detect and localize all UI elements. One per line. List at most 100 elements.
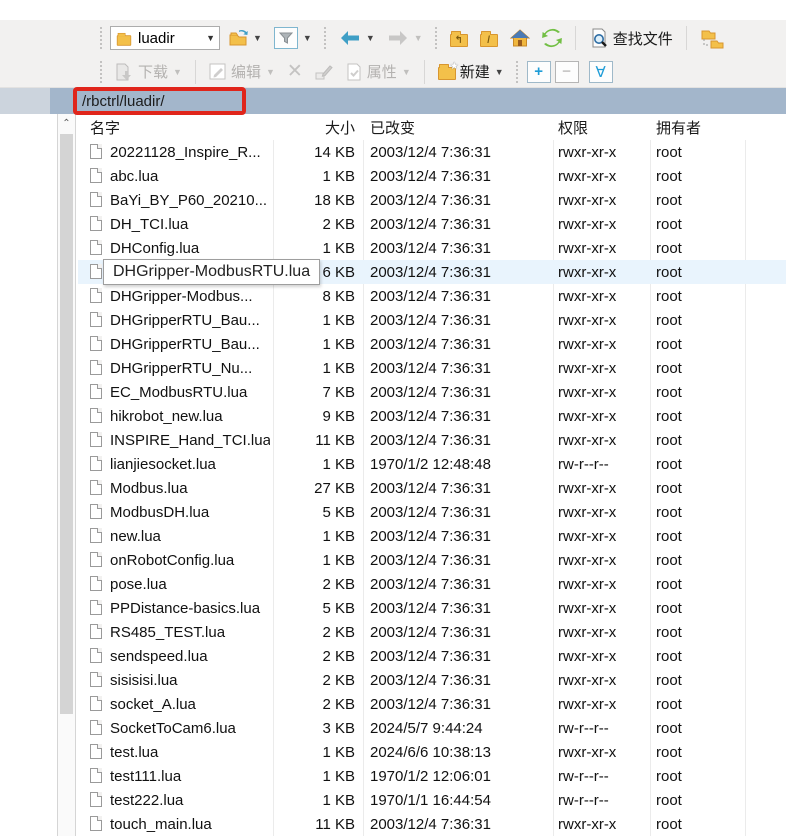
chevron-down-icon[interactable]: ▼ [366,33,375,43]
file-rights: rw-r--r-- [558,452,648,476]
directory-combobox[interactable]: luadir ▼ [110,26,220,50]
file-row[interactable]: Modbus.lua27 KB2003/12/4 7:36:31rwxr-xr-… [78,476,786,500]
file-row[interactable]: onRobotConfig.lua1 KB2003/12/4 7:36:31rw… [78,548,786,572]
file-owner: root [656,380,741,404]
file-rights: rwxr-xr-x [558,428,648,452]
file-icon [90,552,102,567]
chevron-down-icon[interactable]: ▼ [253,33,262,43]
file-row[interactable]: socket_A.lua2 KB2003/12/4 7:36:31rwxr-xr… [78,692,786,716]
file-row[interactable]: SocketToCam6.lua3 KB2024/5/7 9:44:24rw-r… [78,716,786,740]
remote-file-panel: ⌃ ⌃ 名字 大小 已改变 权限 拥有者 20221128_Inspire_R.… [0,114,786,836]
header-rights[interactable]: 权限 [558,114,648,140]
file-row[interactable]: RS485_TEST.lua2 KB2003/12/4 7:36:31rwxr-… [78,620,786,644]
file-row[interactable]: test222.lua1 KB1970/1/1 16:44:54rw-r--r-… [78,788,786,812]
file-row[interactable]: BaYi_BY_P60_20210...18 KB2003/12/4 7:36:… [78,188,786,212]
file-row[interactable]: pose.lua2 KB2003/12/4 7:36:31rwxr-xr-xro… [78,572,786,596]
remove-bookmark-button[interactable]: − [555,61,579,83]
file-row[interactable]: ModbusDH.lua5 KB2003/12/4 7:36:31rwxr-xr… [78,500,786,524]
current-path[interactable]: /rbctrl/luadir/ [82,88,165,114]
file-row[interactable]: DHGripper-Modbus...8 KB2003/12/4 7:36:31… [78,284,786,308]
find-files-button[interactable]: 查找文件 [585,25,677,52]
chevron-down-icon[interactable]: ▼ [414,33,423,43]
directory-tree-button[interactable] [696,24,728,52]
file-rows: 20221128_Inspire_R...14 KB2003/12/4 7:36… [78,140,786,836]
file-size: 8 KB [228,284,355,308]
file-rights: rwxr-xr-x [558,284,648,308]
file-row[interactable]: test111.lua1 KB1970/1/2 12:06:01rw-r--r-… [78,764,786,788]
root-directory-button[interactable]: / [476,27,502,50]
vertical-scrollbar[interactable]: ⌃ [57,114,76,836]
file-size: 5 KB [228,500,355,524]
file-rights: rw-r--r-- [558,716,648,740]
file-changed: 2003/12/4 7:36:31 [370,476,550,500]
file-row[interactable]: abc.lua1 KB2003/12/4 7:36:31rwxr-xr-xroo… [78,164,786,188]
add-bookmark-button[interactable]: + [527,61,551,83]
toolbar-grip[interactable] [98,27,103,49]
chevron-down-icon[interactable]: ▼ [266,67,275,77]
file-row[interactable]: 20221128_Inspire_R...14 KB2003/12/4 7:36… [78,140,786,164]
filename-tooltip: DHGripper-ModbusRTU.lua [103,259,320,285]
minus-icon: − [562,63,571,80]
file-icon [90,768,102,783]
back-button[interactable]: ▼ [335,27,379,49]
file-row[interactable]: test.lua1 KB2024/6/6 10:38:13rwxr-xr-xro… [78,740,786,764]
file-row[interactable]: DHGripperRTU_Bau...1 KB2003/12/4 7:36:31… [78,332,786,356]
file-row[interactable]: PPDistance-basics.lua5 KB2003/12/4 7:36:… [78,596,786,620]
directory-tree-icon [700,27,724,49]
new-button[interactable]: ★ 新建 ▼ [434,58,508,85]
file-row[interactable]: DHConfig.lua1 KB2003/12/4 7:36:31rwxr-xr… [78,236,786,260]
filter-button[interactable]: ▼ [270,24,316,52]
plus-icon: + [534,63,543,80]
toolbar-grip[interactable] [98,61,103,83]
toolbar-grip[interactable] [323,27,328,49]
chevron-down-icon[interactable]: ▼ [402,67,411,77]
chevron-down-icon[interactable]: ▼ [173,67,182,77]
file-row[interactable]: new.lua1 KB2003/12/4 7:36:31rwxr-xr-xroo… [78,524,786,548]
file-owner: root [656,332,741,356]
file-changed: 2024/5/7 9:44:24 [370,716,550,740]
file-row[interactable]: DHGripperRTU_Nu...1 KB2003/12/4 7:36:31r… [78,356,786,380]
refresh-button[interactable] [538,25,566,51]
home-directory-button[interactable] [506,25,534,51]
forward-button[interactable]: ▼ [383,27,427,49]
chevron-down-icon[interactable]: ▼ [303,33,312,43]
delete-button[interactable]: ✕ [283,57,307,86]
file-changed: 2003/12/4 7:36:31 [370,308,550,332]
chevron-down-icon[interactable]: ▼ [495,67,504,77]
file-row[interactable]: sisisisi.lua2 KB2003/12/4 7:36:31rwxr-xr… [78,668,786,692]
download-button[interactable]: 下载 ▼ [110,58,186,85]
file-size: 2 KB [228,668,355,692]
file-icon [90,672,102,687]
file-row[interactable]: touch_main.lua11 KB2003/12/4 7:36:31rwxr… [78,812,786,836]
header-changed[interactable]: 已改变 [370,114,550,140]
file-rights: rwxr-xr-x [558,356,648,380]
toolbar-grip[interactable] [515,61,520,83]
chevron-down-icon[interactable]: ▼ [206,33,215,43]
file-size: 1 KB [228,236,355,260]
file-row[interactable]: EC_ModbusRTU.lua7 KB2003/12/4 7:36:31rwx… [78,380,786,404]
file-changed: 2003/12/4 7:36:31 [370,404,550,428]
file-rights: rwxr-xr-x [558,332,648,356]
rename-button[interactable] [311,61,337,83]
file-row[interactable]: lianjiesocket.lua1 KB1970/1/2 12:48:48rw… [78,452,786,476]
file-row[interactable]: hikrobot_new.lua9 KB2003/12/4 7:36:31rwx… [78,404,786,428]
properties-button[interactable]: 属性 ▼ [341,58,415,85]
scrollbar-up-arrow[interactable]: ⌃ [58,114,75,132]
header-owner[interactable]: 拥有者 [656,114,741,140]
file-rights: rwxr-xr-x [558,644,648,668]
file-row[interactable]: INSPIRE_Hand_TCI.lua11 KB2003/12/4 7:36:… [78,428,786,452]
address-bar[interactable]: /rbctrl/luadir/ [0,88,786,114]
filter-glyph-icon: ∀ [596,63,606,81]
parent-directory-button[interactable]: ↰ [446,27,472,50]
file-row[interactable]: sendspeed.lua2 KB2003/12/4 7:36:31rwxr-x… [78,644,786,668]
edit-button[interactable]: 编辑 ▼ [205,58,279,85]
title-bar [0,0,786,20]
open-directory-button[interactable]: ▼ [224,25,266,51]
file-row[interactable]: DH_TCI.lua2 KB2003/12/4 7:36:31rwxr-xr-x… [78,212,786,236]
file-row[interactable]: DHGripperRTU_Bau...1 KB2003/12/4 7:36:31… [78,308,786,332]
file-size: 3 KB [228,716,355,740]
filter-list-button[interactable]: ∀ [589,61,613,83]
header-size[interactable]: 大小 [228,114,355,140]
toolbar-grip[interactable] [434,27,439,49]
scrollbar-thumb[interactable] [60,134,73,714]
